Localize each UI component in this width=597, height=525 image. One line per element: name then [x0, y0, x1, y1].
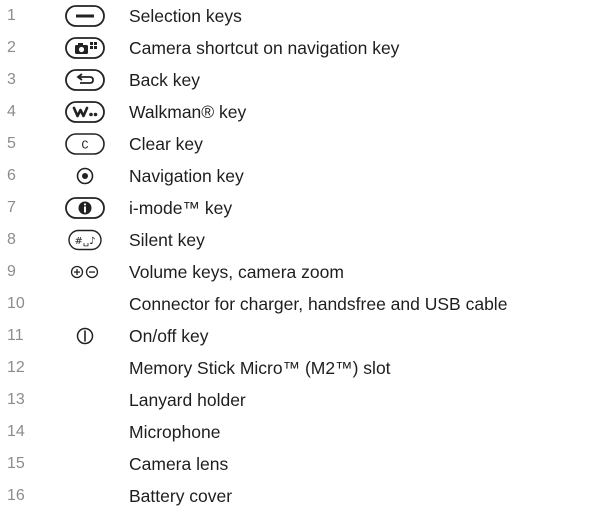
- power-key-icon: [55, 324, 115, 348]
- item-label: Connector for charger, handsfree and USB…: [129, 294, 508, 314]
- clear-key-icon: C: [55, 132, 115, 156]
- item-label: Camera shortcut on navigation key: [129, 38, 400, 58]
- navigation-key-icon: [55, 164, 115, 188]
- list-item: 16 Battery cover: [0, 480, 597, 512]
- item-number: 3: [7, 71, 16, 88]
- list-item: 12 Memory Stick Micro™ (M2™) slot: [0, 352, 597, 384]
- item-label: Camera lens: [129, 454, 229, 474]
- item-label: Clear key: [129, 134, 203, 154]
- volume-keys-icon: [55, 260, 115, 284]
- item-number: 9: [7, 263, 16, 280]
- item-number: 2: [7, 39, 16, 56]
- item-label: Selection keys: [129, 6, 242, 26]
- item-label: Silent key: [129, 230, 205, 250]
- list-item: 15 Camera lens: [0, 448, 597, 480]
- list-item: 10 Connector for charger, handsfree and …: [0, 288, 597, 320]
- list-item: 4 Walkman® key: [0, 96, 597, 128]
- list-item: 6 Navigation key: [0, 160, 597, 192]
- item-number: 10: [7, 295, 25, 312]
- i-mode-key-icon: [55, 196, 115, 220]
- list-item: 8 #␣♪ Silent key: [0, 224, 597, 256]
- list-item: 13 Lanyard holder: [0, 384, 597, 416]
- item-number: 6: [7, 167, 16, 184]
- item-label: Battery cover: [129, 486, 233, 506]
- list-item: 14 Microphone: [0, 416, 597, 448]
- list-item: 2 Camera shortcut on navigation key: [0, 32, 597, 64]
- item-label: i-mode™ key: [129, 198, 233, 218]
- item-number: 4: [7, 103, 16, 120]
- item-number: 1: [7, 7, 16, 24]
- list-item: 7 i-mode™ key: [0, 192, 597, 224]
- camera-shortcut-icon: [55, 36, 115, 60]
- back-key-icon: [55, 68, 115, 92]
- list-item: 11 On/off key: [0, 320, 597, 352]
- list-item: 1 Selection keys: [0, 0, 597, 32]
- silent-key-icon: #␣♪: [55, 228, 115, 252]
- item-number: 5: [7, 135, 16, 152]
- item-label: Navigation key: [129, 166, 244, 186]
- item-label: Microphone: [129, 422, 221, 442]
- item-number: 12: [7, 359, 25, 376]
- item-number: 7: [7, 199, 16, 216]
- item-label: Walkman® key: [129, 102, 247, 122]
- item-number: 13: [7, 391, 25, 408]
- item-label: Memory Stick Micro™ (M2™) slot: [129, 358, 391, 378]
- clear-key-glyph: C: [81, 139, 88, 153]
- item-label: Volume keys, camera zoom: [129, 262, 344, 282]
- list-item: 3 Back key: [0, 64, 597, 96]
- item-number: 15: [7, 455, 25, 472]
- silent-key-glyph: #␣♪: [74, 236, 95, 247]
- walkman-key-icon: [55, 100, 115, 124]
- item-label: Lanyard holder: [129, 390, 246, 410]
- item-number: 16: [7, 487, 25, 504]
- item-number: 14: [7, 423, 25, 440]
- item-label: Back key: [129, 70, 200, 90]
- list-item: 5 C Clear key: [0, 128, 597, 160]
- item-number: 8: [7, 231, 16, 248]
- item-label: On/off key: [129, 326, 209, 346]
- list-item: 9 Volume keys, camera zoom: [0, 256, 597, 288]
- item-number: 11: [7, 327, 24, 344]
- selection-key-icon: [55, 4, 115, 28]
